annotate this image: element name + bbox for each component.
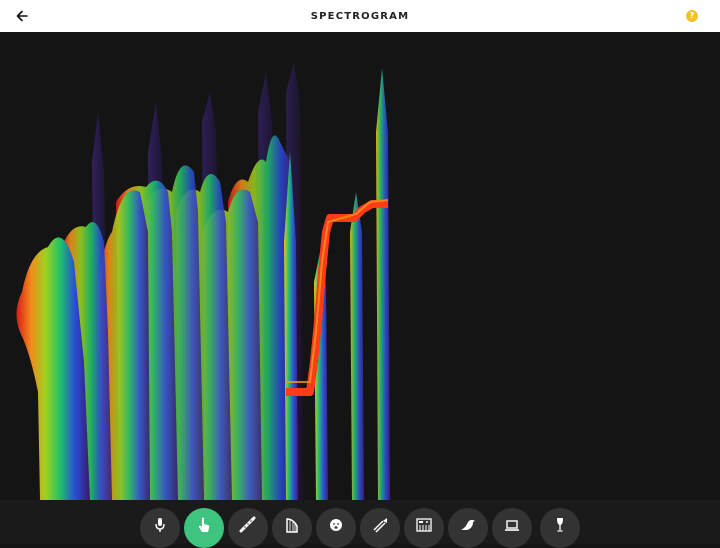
tool-microphone[interactable] bbox=[140, 508, 180, 548]
question-circle-icon: ? bbox=[689, 11, 695, 20]
harp-icon bbox=[286, 518, 298, 533]
tool-touch[interactable] bbox=[184, 508, 224, 548]
tool-voice[interactable] bbox=[316, 508, 356, 548]
face-icon bbox=[330, 519, 342, 531]
trombone-icon bbox=[373, 518, 387, 533]
help-button[interactable]: ? bbox=[686, 10, 698, 22]
tool-trombone[interactable] bbox=[360, 508, 400, 548]
hand-pointer-icon bbox=[199, 517, 210, 532]
tool-wine-glass[interactable] bbox=[540, 508, 580, 548]
tool-flute[interactable] bbox=[228, 508, 268, 548]
tool-synthesizer[interactable] bbox=[404, 508, 444, 548]
instrument-toolbar bbox=[0, 500, 720, 548]
tool-harp[interactable] bbox=[272, 508, 312, 548]
bird-icon bbox=[461, 519, 475, 530]
spectrogram-canvas[interactable] bbox=[0, 32, 720, 500]
arrow-left-icon bbox=[16, 10, 28, 22]
tool-bird[interactable] bbox=[448, 508, 488, 548]
laptop-icon bbox=[505, 520, 519, 531]
microphone-icon bbox=[155, 518, 165, 532]
spectrogram-visual bbox=[16, 62, 390, 500]
wine-glass-icon bbox=[557, 518, 563, 532]
page-title: SPECTROGRAM bbox=[310, 10, 410, 22]
tool-computer[interactable] bbox=[492, 508, 532, 548]
keyboard-synth-icon bbox=[416, 518, 432, 532]
back-button[interactable] bbox=[12, 6, 32, 26]
top-bar: SPECTROGRAM ? bbox=[0, 0, 720, 32]
flute-icon bbox=[239, 516, 256, 533]
